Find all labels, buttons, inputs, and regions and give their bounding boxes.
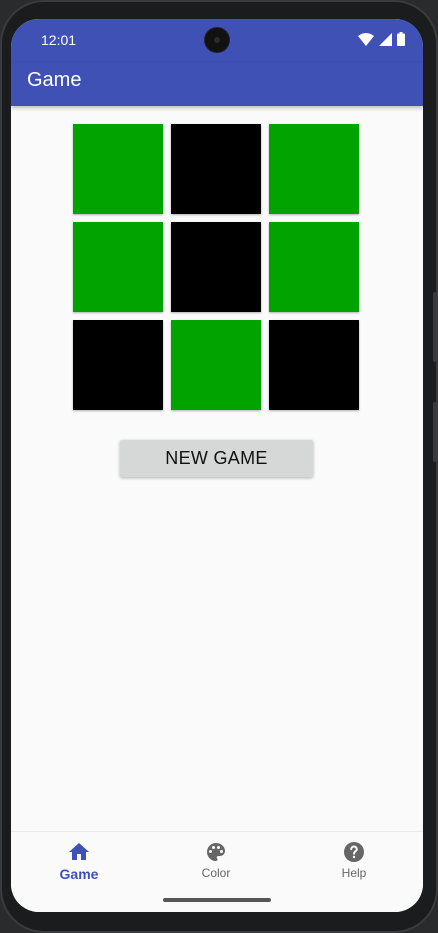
board-cell[interactable]: [73, 320, 163, 410]
screen: 12:01 Game NEW GAME Game Color Help: [11, 19, 423, 912]
status-bar: 12:01: [11, 19, 423, 63]
status-time: 12:01: [41, 32, 77, 48]
home-indicator[interactable]: [163, 898, 271, 902]
nav-item-help[interactable]: Help: [304, 840, 404, 880]
board-cell[interactable]: [269, 222, 359, 312]
board-cell[interactable]: [171, 320, 261, 410]
game-board: [73, 124, 359, 410]
board-cell[interactable]: [171, 222, 261, 312]
signal-icon: [379, 32, 392, 46]
battery-icon: [397, 32, 405, 46]
app-bar: Game: [11, 63, 423, 106]
home-icon: [69, 843, 89, 860]
nav-label-game: Game: [59, 866, 99, 882]
help-icon: [344, 842, 364, 862]
board-cell[interactable]: [269, 320, 359, 410]
app-title: Game: [27, 69, 82, 91]
nav-item-game[interactable]: Game: [29, 840, 129, 882]
wifi-icon: [358, 32, 374, 46]
board-cell[interactable]: [171, 124, 261, 214]
palette-icon: [207, 843, 225, 861]
new-game-button[interactable]: NEW GAME: [120, 440, 313, 477]
power-button: [433, 402, 437, 462]
status-icons: [358, 32, 405, 46]
nav-item-color[interactable]: Color: [166, 840, 266, 880]
nav-label-help: Help: [341, 866, 367, 880]
board-cell[interactable]: [269, 124, 359, 214]
front-camera: [205, 28, 229, 52]
board-cell[interactable]: [73, 124, 163, 214]
board-cell[interactable]: [73, 222, 163, 312]
volume-button: [433, 292, 437, 362]
nav-label-color: Color: [201, 866, 231, 880]
